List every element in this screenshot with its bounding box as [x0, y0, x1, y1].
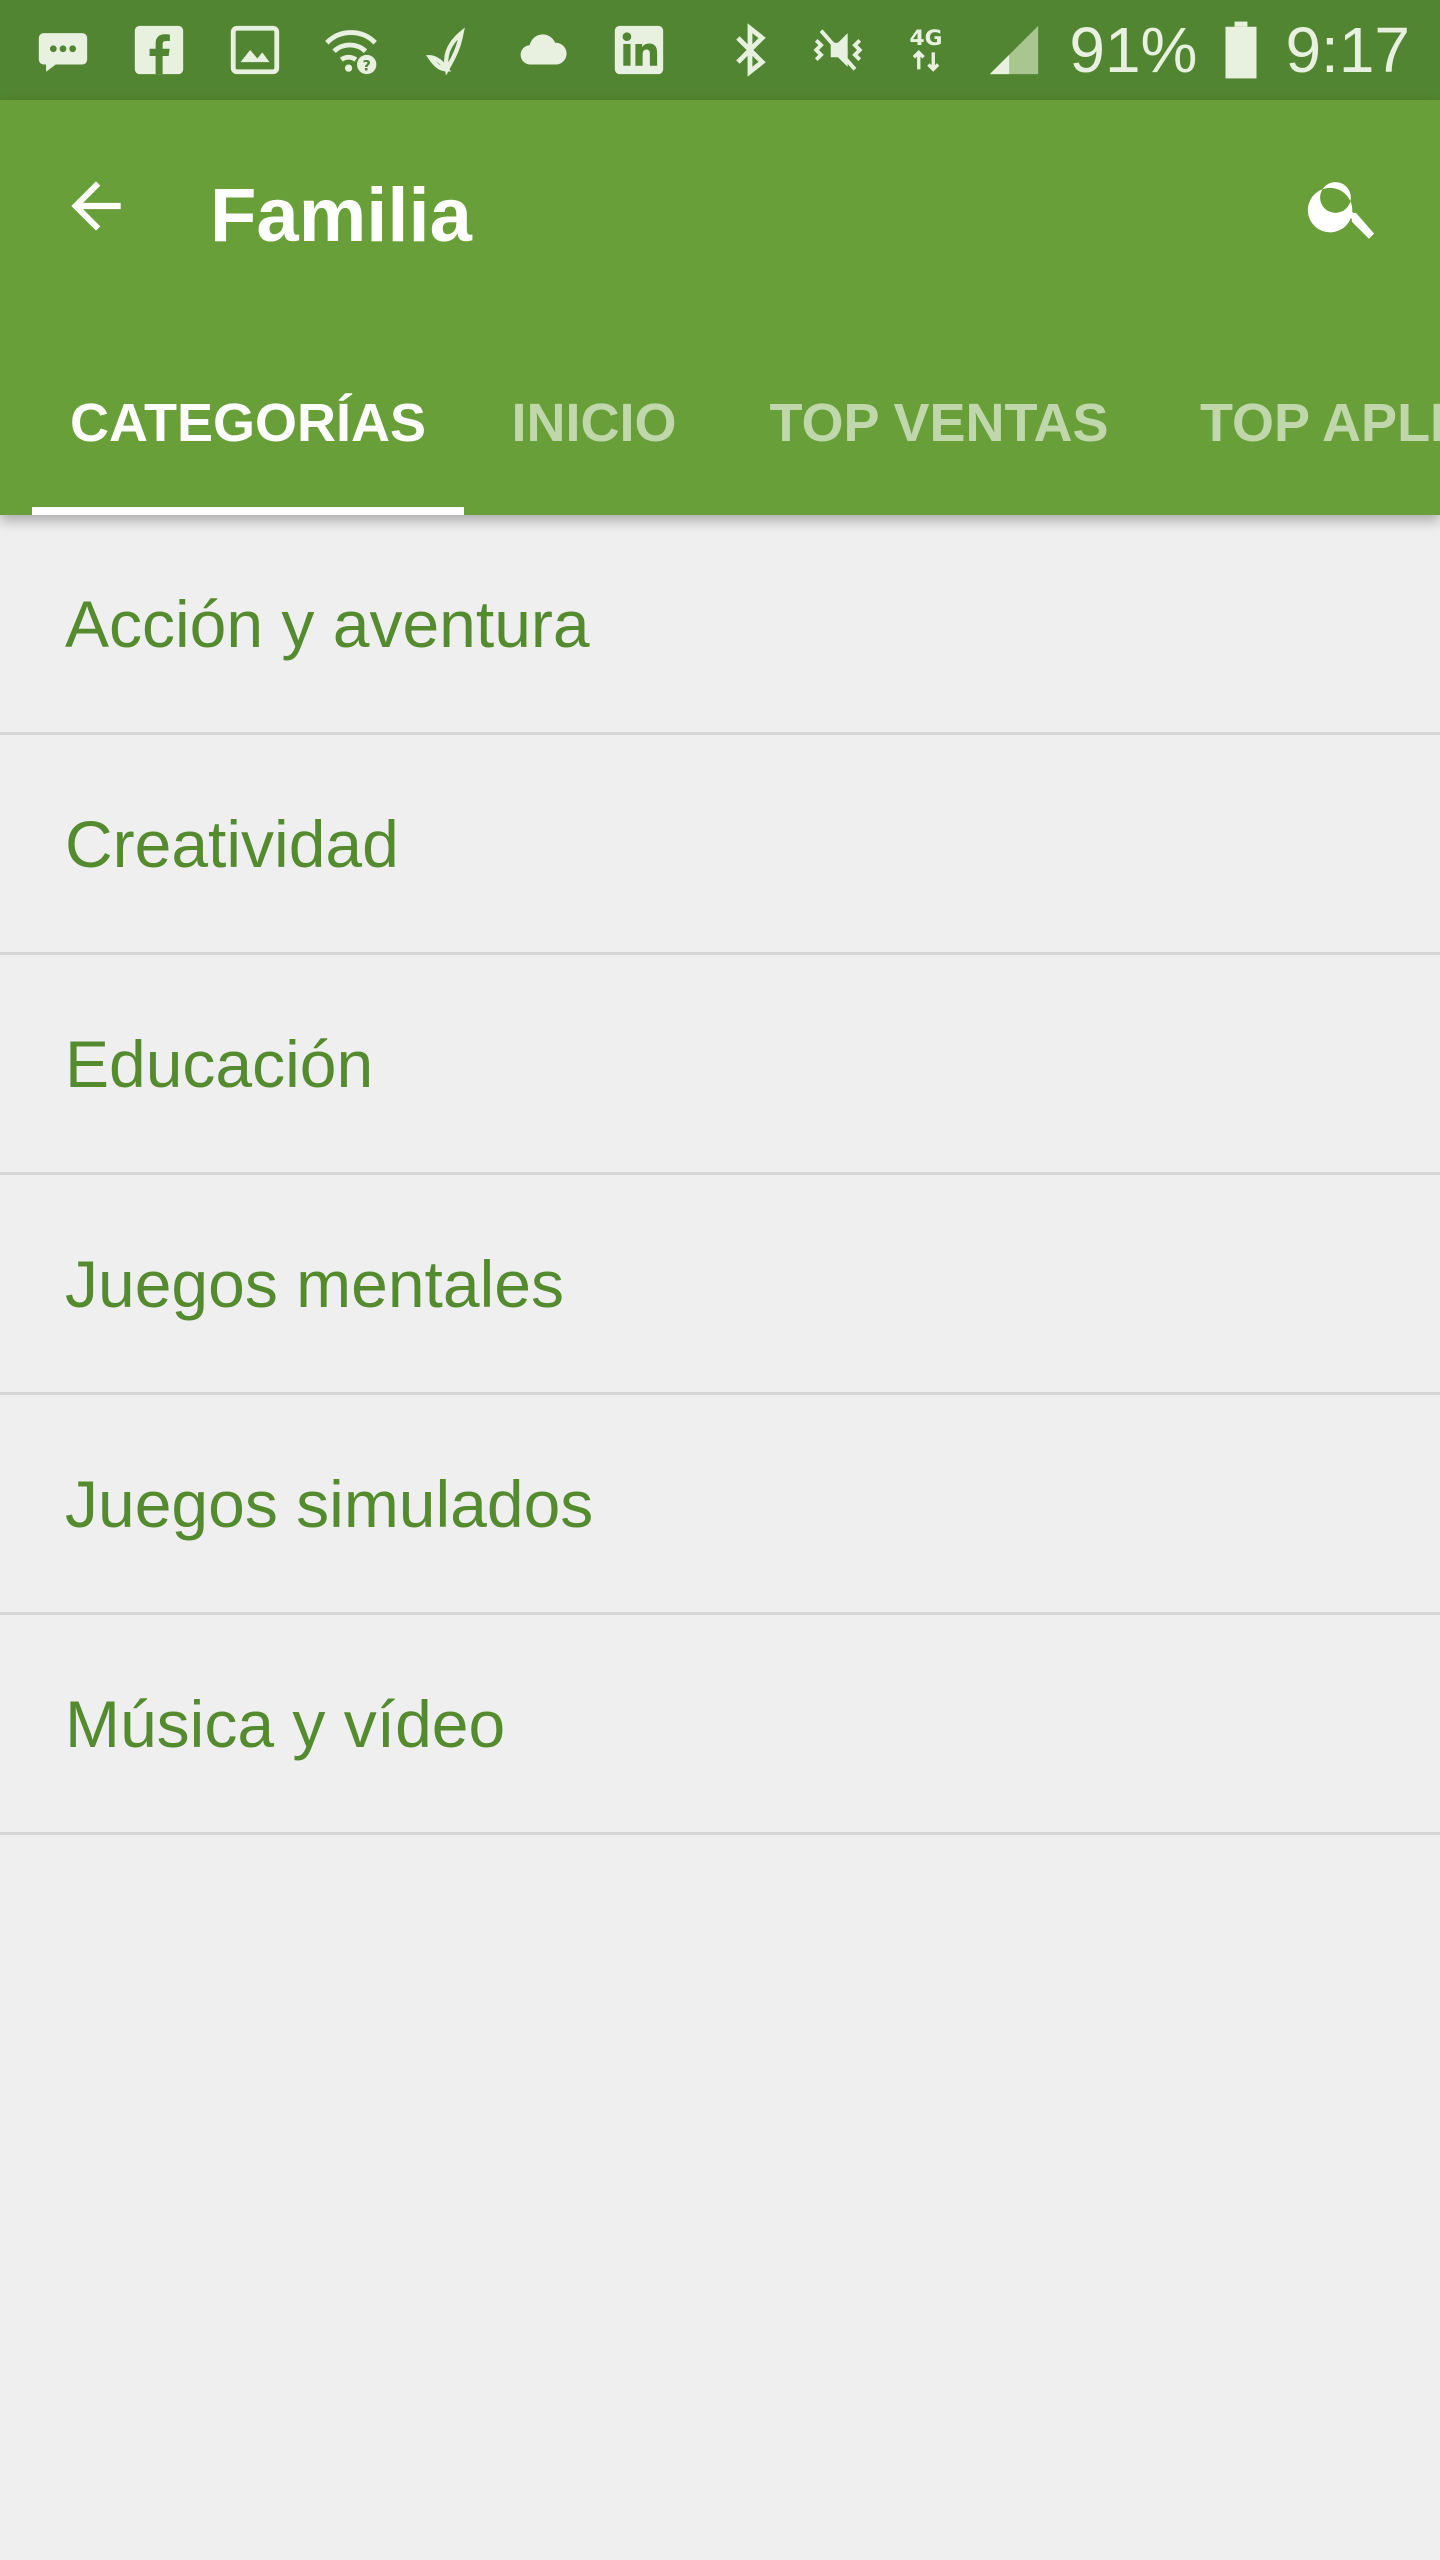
network-label: 4G: [910, 26, 943, 51]
back-button[interactable]: [40, 150, 152, 262]
list-item-juegos-simulados[interactable]: Juegos simulados: [0, 1395, 1440, 1615]
status-bar: ? 4G 91% 9:17: [0, 0, 1440, 100]
category-list: Acción y aventura Creatividad Educación …: [0, 515, 1440, 1835]
battery-percent: 91%: [1069, 14, 1198, 86]
svg-text:?: ?: [362, 59, 370, 75]
vibrate-mute-icon: [805, 17, 871, 83]
tab-categorias[interactable]: CATEGORÍAS: [32, 330, 464, 515]
network-type: 4G: [893, 17, 959, 83]
battery-icon: [1219, 17, 1263, 83]
search-icon: [1307, 182, 1375, 239]
tab-bar: CATEGORÍAS INICIO TOP VENTAS TOP APLI: [0, 330, 1440, 515]
clock: 9:17: [1285, 14, 1410, 86]
search-button[interactable]: [1288, 150, 1400, 262]
wifi-question-icon: ?: [318, 17, 384, 83]
list-item-juegos-mentales[interactable]: Juegos mentales: [0, 1175, 1440, 1395]
page-title: Familia: [210, 173, 472, 258]
gallery-icon: [222, 17, 288, 83]
notification-icons: ?: [30, 0, 672, 100]
linkedin-icon: [606, 17, 672, 83]
bluetooth-icon: [717, 17, 783, 83]
list-item-accion-y-aventura[interactable]: Acción y aventura: [0, 515, 1440, 735]
list-item-creatividad[interactable]: Creatividad: [0, 735, 1440, 955]
cloud-icon: [510, 17, 576, 83]
system-icons: 4G 91% 9:17: [717, 0, 1410, 100]
tab-top-apli[interactable]: TOP APLI: [1174, 330, 1440, 515]
list-item-musica-y-video[interactable]: Música y vídeo: [0, 1615, 1440, 1835]
butterfly-icon: [414, 17, 480, 83]
message-icon: [30, 17, 96, 83]
tab-inicio[interactable]: INICIO: [484, 330, 704, 515]
list-item-educacion[interactable]: Educación: [0, 955, 1440, 1175]
tab-indicator: [32, 507, 464, 515]
app-bar: Familia CATEGORÍAS INICIO TOP VENTAS TOP…: [0, 100, 1440, 515]
facebook-icon: [126, 17, 192, 83]
arrow-back-icon: [71, 181, 121, 231]
tab-top-ventas[interactable]: TOP VENTAS: [744, 330, 1134, 515]
signal-icon: [981, 17, 1047, 83]
